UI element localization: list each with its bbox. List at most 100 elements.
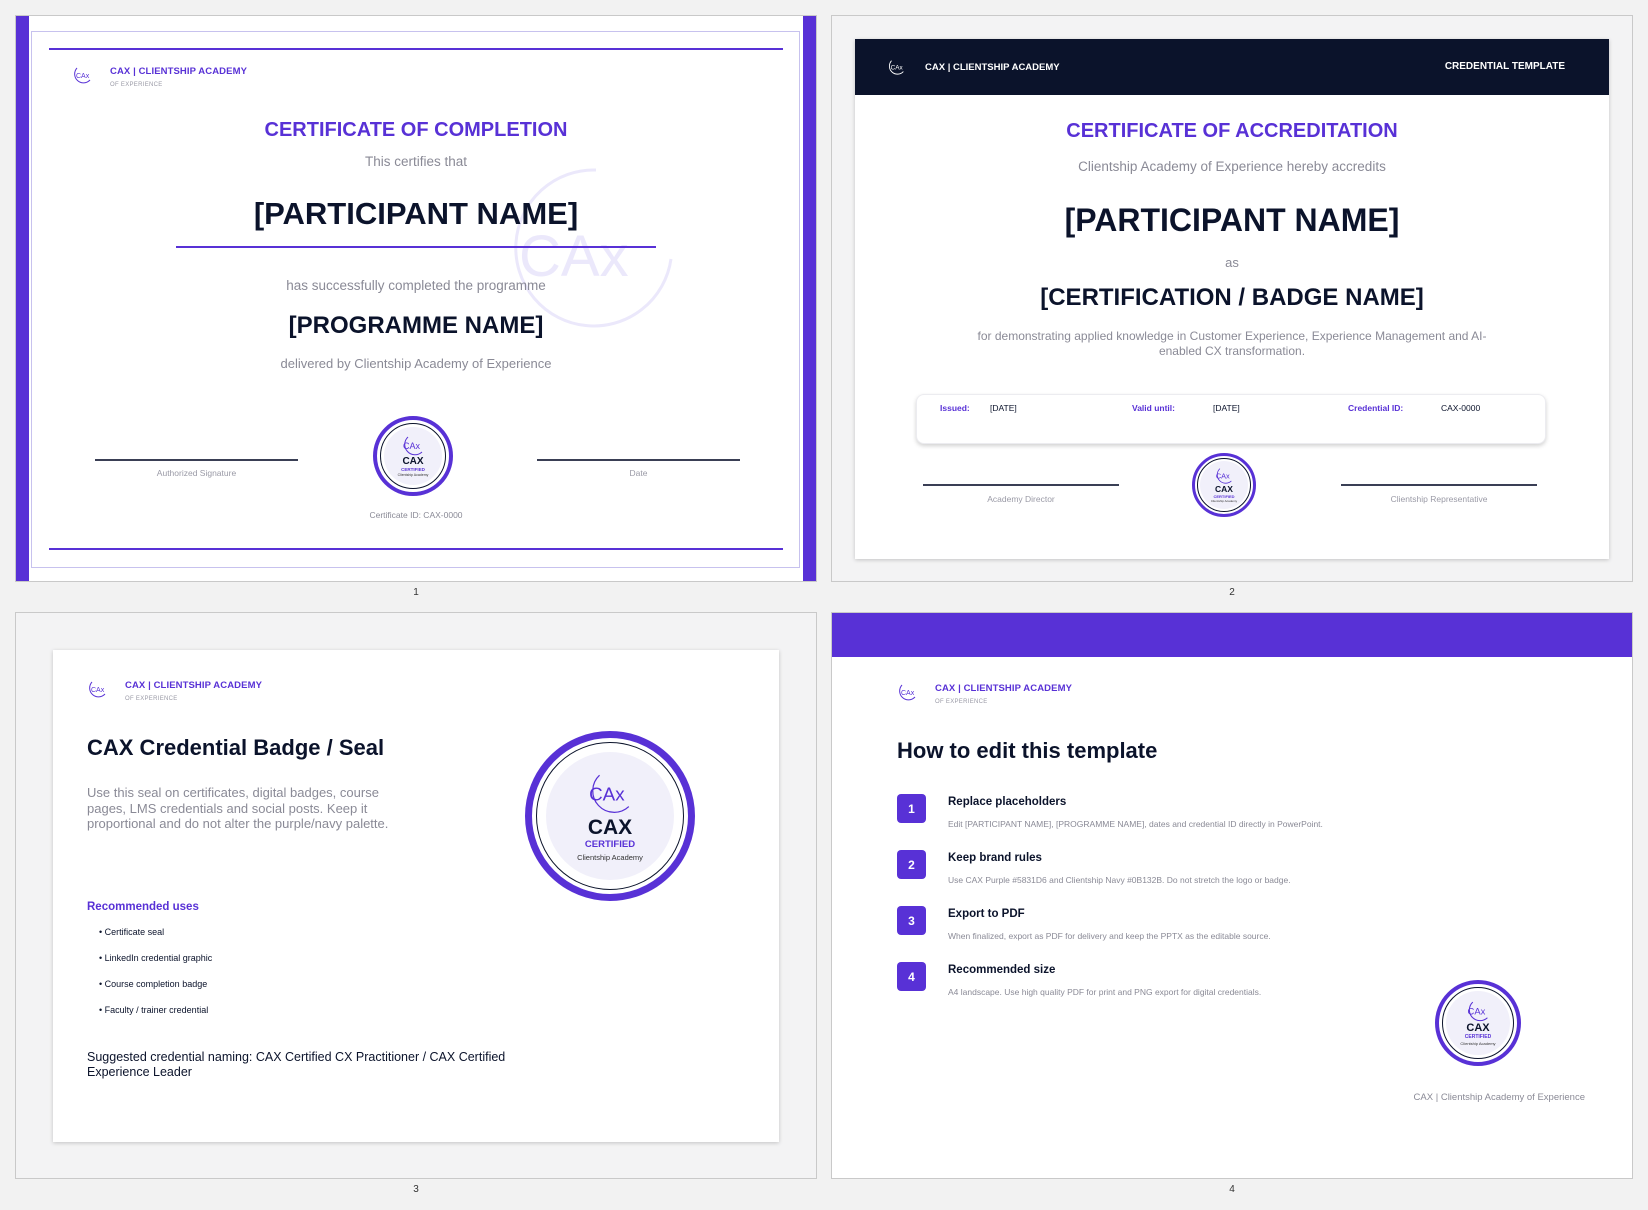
credential-seal: CAx CAX CERTIFIED Clientship Academy	[373, 416, 453, 496]
header-bar: CAx CAX | CLIENTSHIP ACADEMY CREDENTIAL …	[855, 39, 1609, 95]
seal-cax: CAX	[402, 456, 424, 467]
accredits-text: Clientship Academy of Experience hereby …	[1078, 159, 1386, 174]
svg-text:CAx: CAx	[91, 687, 105, 694]
seal-caption: Clientship Academy	[1210, 498, 1238, 503]
slide-number-2: 2	[1229, 587, 1235, 598]
valid-until-value[interactable]: [DATE]	[1213, 403, 1240, 413]
seal-cax: CAX	[1215, 484, 1233, 495]
cax-logo-icon: CAx	[889, 60, 904, 75]
brand-header: CAx CAX | CLIENTSHIP ACADEMY OF EXPERIEN…	[897, 683, 1072, 705]
badge-name[interactable]: [CERTIFICATION / BADGE NAME]	[855, 284, 1609, 312]
step-description: Use CAX Purple #5831D6 and Clientship Na…	[948, 875, 1291, 885]
cax-logo-icon: CAx	[89, 681, 106, 698]
badge-guide-title: CAX Credential Badge / Seal	[87, 735, 385, 760]
brand-subtitle: OF EXPERIENCE	[110, 82, 163, 88]
top-rule	[49, 48, 783, 50]
step-description: Edit [PARTICIPANT NAME], [PROGRAMME NAME…	[948, 819, 1323, 829]
step-description: When finalized, export as PDF for delive…	[948, 931, 1271, 941]
certifies-text: This certifies that	[364, 154, 468, 169]
slide-2-thumbnail[interactable]: CAx CAX | CLIENTSHIP ACADEMY CREDENTIAL …	[831, 15, 1633, 582]
brand-title: CAX | CLIENTSHIP ACADEMY	[935, 683, 1073, 694]
slide-3-thumbnail[interactable]: CAx CAX | CLIENTSHIP ACADEMY OF EXPERIEN…	[15, 612, 817, 1179]
seal-certified: CERTIFIED	[401, 467, 425, 472]
seal-certified: CERTIFIED	[584, 839, 636, 850]
left-accent-bar	[16, 16, 29, 581]
authorized-signature-label: Authorized Signature	[156, 468, 237, 478]
signature-line	[95, 459, 298, 461]
list-item: • LinkedIn credential graphic	[99, 953, 213, 963]
delivered-text: delivered by Clientship Academy of Exper…	[280, 356, 552, 371]
svg-text:CAx: CAx	[76, 73, 90, 80]
slide-4-thumbnail[interactable]: CAx CAX | CLIENTSHIP ACADEMY OF EXPERIEN…	[831, 612, 1633, 1179]
clientship-representative-label: Clientship Representative	[1390, 494, 1488, 504]
header-brand-title: CAX | CLIENTSHIP ACADEMY	[925, 62, 1060, 73]
seal-caption: Clientship Academy	[1460, 1041, 1496, 1046]
svg-text:CAx: CAx	[1468, 1006, 1486, 1017]
badge-guide-body: Use this seal on certificates, digital b…	[87, 785, 389, 831]
step-number-badge: 2	[897, 850, 926, 879]
step-title: Recommended size	[948, 964, 1056, 976]
participant-name[interactable]: [PARTICIPANT NAME]	[855, 202, 1609, 239]
suggested-naming: Suggested credential naming: CAX Certifi…	[87, 1050, 506, 1079]
cax-logo-icon: CAx	[74, 67, 91, 84]
list-item: • Faculty / trainer credential	[99, 1005, 209, 1015]
step-title: Replace placeholders	[948, 796, 1067, 808]
watermark-logo-icon: CAx	[514, 168, 673, 328]
slide-number-4: 4	[1229, 1184, 1235, 1195]
seal-logo-icon: CAx	[1216, 468, 1232, 484]
date-label: Date	[629, 468, 648, 478]
accreditation-card: CAx CAX | CLIENTSHIP ACADEMY CREDENTIAL …	[855, 39, 1609, 559]
date-line	[537, 459, 740, 461]
certificate-id: Certificate ID: CAX-0000	[369, 510, 463, 520]
issued-value[interactable]: [DATE]	[990, 403, 1017, 413]
seal-caption: Clientship Academy	[577, 852, 643, 862]
svg-text:CAx: CAx	[1216, 472, 1230, 481]
badge-guide-card: CAx CAX | CLIENTSHIP ACADEMY OF EXPERIEN…	[53, 650, 779, 1142]
seal-cax: CAX	[1466, 1022, 1490, 1034]
credential-template-label: CREDENTIAL TEMPLATE	[1444, 61, 1565, 72]
name-underline	[176, 246, 656, 248]
slide-number-1: 1	[413, 587, 419, 598]
brand-title: CAX | CLIENTSHIP ACADEMY	[110, 66, 248, 77]
credential-seal: CAx CAX CERTIFIED Clientship Academy	[1435, 980, 1521, 1066]
step-number-badge: 3	[897, 906, 926, 935]
certificate-title: CERTIFICATE OF COMPLETION	[264, 119, 568, 141]
participant-name[interactable]: [PARTICIPANT NAME]	[16, 196, 816, 232]
seal-logo-icon: CAx	[589, 774, 630, 813]
footer-text: CAX | Clientship Academy of Experience	[1413, 1092, 1585, 1103]
cax-logo-icon: CAx	[899, 684, 916, 701]
credential-seal: CAx CAX CERTIFIED Clientship Academy	[1192, 453, 1256, 517]
seal-certified: CERTIFIED	[1464, 1034, 1492, 1040]
academy-director-label: Academy Director	[987, 494, 1055, 504]
slide-number-3: 3	[413, 1184, 419, 1195]
svg-text:CAx: CAx	[589, 783, 625, 804]
slide-1-thumbnail[interactable]: CAx CAX | CLIENTSHIP ACADEMY OF EXPERIEN…	[15, 15, 817, 582]
programme-name[interactable]: [PROGRAMME NAME]	[16, 312, 816, 340]
seal-logo-icon: CAx	[1468, 1001, 1488, 1022]
brand-subtitle: OF EXPERIENCE	[125, 696, 178, 702]
svg-text:CAx: CAx	[891, 65, 904, 72]
brand-header: CAx CAX | CLIENTSHIP ACADEMY OF EXPERIEN…	[72, 66, 247, 88]
step-title: Export to PDF	[948, 908, 1025, 920]
representative-signature-line	[1341, 484, 1537, 486]
brand-header: CAx CAX | CLIENTSHIP ACADEMY OF EXPERIEN…	[87, 680, 262, 702]
step-title: Keep brand rules	[948, 852, 1042, 864]
svg-text:CAx: CAx	[403, 441, 421, 451]
recommended-uses-heading: Recommended uses	[87, 901, 199, 913]
seal-caption: Clientship Academy	[397, 472, 429, 477]
seal-logo-icon: CAx	[403, 436, 423, 456]
brand-subtitle: OF EXPERIENCE	[935, 699, 988, 705]
valid-until-label: Valid until:	[1132, 403, 1175, 413]
instructions-title: How to edit this template	[897, 738, 1158, 763]
issued-label: Issued:	[940, 403, 970, 413]
credential-id-label: Credential ID:	[1348, 403, 1404, 413]
step-number-badge: 1	[897, 794, 926, 823]
accreditation-description: for demonstrating applied knowledge in C…	[977, 329, 1487, 358]
top-accent-bar	[832, 613, 1632, 657]
large-credential-seal: CAx CAX CERTIFIED Clientship Academy	[525, 731, 695, 901]
list-item: • Certificate seal	[99, 927, 165, 937]
step-description: A4 landscape. Use high quality PDF for p…	[948, 987, 1262, 997]
accreditation-title: CERTIFICATE OF ACCREDITATION	[1066, 120, 1398, 142]
credential-id-value[interactable]: CAX-0000	[1441, 403, 1480, 413]
as-text: as	[1225, 255, 1239, 270]
